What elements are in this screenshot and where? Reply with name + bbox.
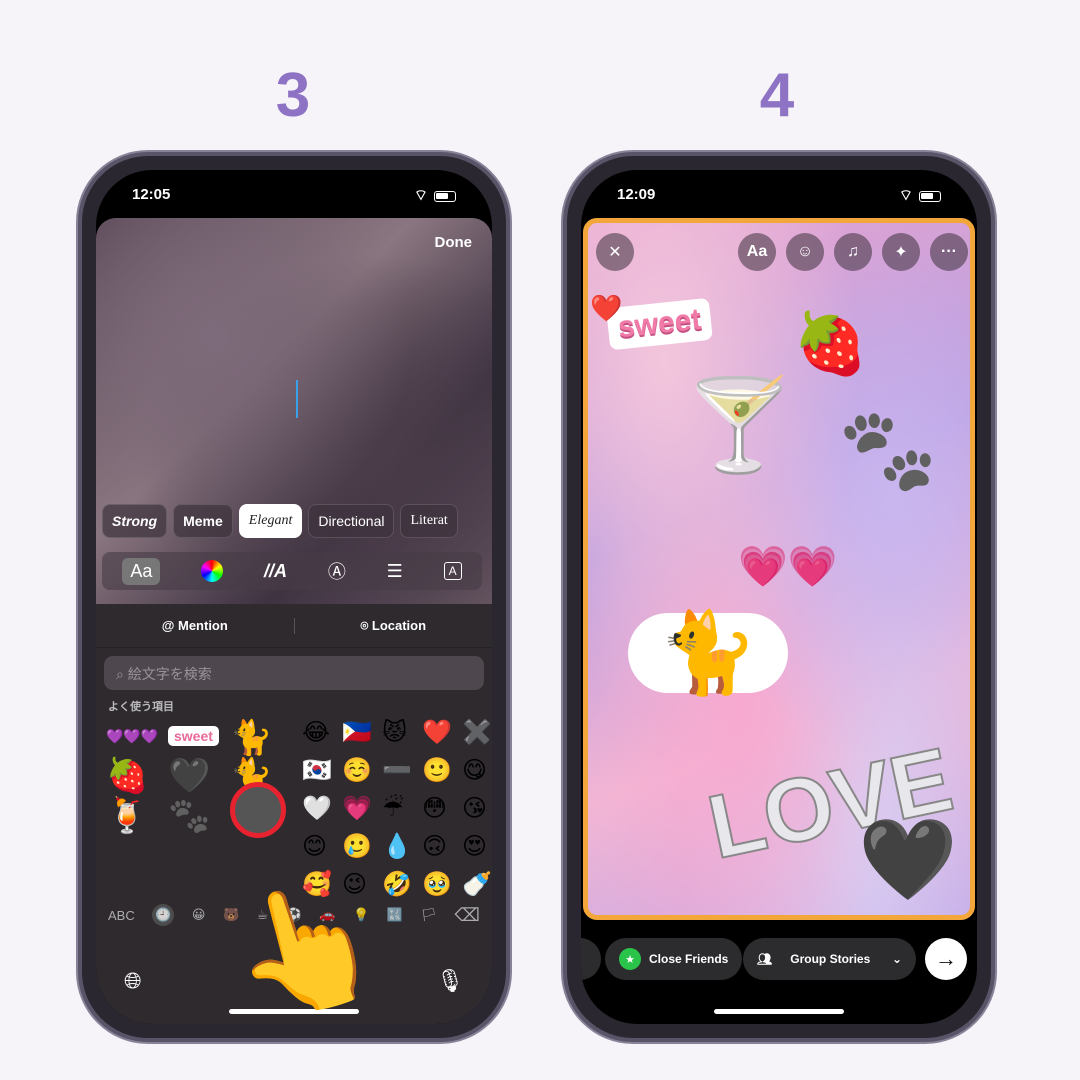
smileys-category-icon[interactable]: 😀	[192, 907, 206, 923]
emoji-key[interactable]: 😍	[462, 832, 487, 861]
sticker-icon[interactable]: ☺	[786, 233, 824, 271]
emoji-key[interactable]: 😊	[302, 832, 327, 861]
emoji-key[interactable]: 😳	[422, 794, 447, 823]
animate-text-icon[interactable]: //A	[264, 561, 287, 582]
abc-key[interactable]: ABC	[108, 908, 135, 923]
emoji-key[interactable]: 😘	[462, 794, 487, 823]
align-icon[interactable]: ☰	[387, 561, 403, 582]
group-icon: 👥︎	[757, 952, 773, 966]
status-icons: ⌔	[899, 186, 941, 206]
style-directional[interactable]: Directional	[308, 504, 395, 538]
emoji-key[interactable]: 🙃	[422, 832, 447, 861]
style-elegant[interactable]: Elegant	[238, 504, 303, 538]
chevron-down-icon[interactable]: ⌄	[878, 938, 917, 980]
emoji-key[interactable]: ➖	[382, 756, 412, 785]
heart-glasses-sticker[interactable]: 💗💗	[738, 543, 838, 590]
more-icon[interactable]: ···	[930, 233, 968, 271]
dynamic-island	[720, 184, 838, 218]
share-bar: ★ Close Friends 👥︎ Group Stories ⌄ →	[581, 938, 977, 980]
drink-sticker[interactable]: 🍸	[683, 373, 795, 478]
sticker-item[interactable]: 🐈	[230, 718, 272, 758]
sticker-item[interactable]: 💜💜💜	[106, 728, 158, 745]
close-friends-button[interactable]: ★ Close Friends	[605, 938, 743, 980]
emoji-key[interactable]: 🙂	[422, 756, 452, 785]
flags-category-icon[interactable]: 🏳	[420, 907, 437, 923]
strawberry-sticker[interactable]: 🍓	[793, 308, 868, 379]
paw-sticker[interactable]: 🐾	[838, 403, 938, 497]
dynamic-island	[235, 184, 353, 218]
emoji-key[interactable]: 🥲	[342, 832, 372, 861]
heart-sticker[interactable]: ❤️	[590, 293, 622, 324]
at-icon: @	[161, 618, 178, 633]
emoji-key[interactable]: 😾	[382, 718, 407, 747]
emoji-key[interactable]: 😋	[462, 756, 487, 785]
emoji-key[interactable]: 🇵🇭	[342, 718, 372, 747]
cat-sticker[interactable]: 🐈	[628, 613, 788, 693]
color-wheel-icon[interactable]	[201, 560, 224, 582]
emoji-key[interactable]: 😂	[302, 718, 330, 747]
group-stories-button[interactable]: 👥︎ Group Stories	[743, 938, 885, 980]
create-sticker-button-highlight[interactable]	[230, 782, 286, 838]
microphone-icon[interactable]: 🎙︎	[436, 968, 464, 994]
text-style-chips: Strong Meme Elegant Directional Literat	[102, 504, 458, 538]
style-meme[interactable]: Meme	[173, 504, 233, 538]
emoji-key[interactable]: 🤣	[382, 870, 412, 899]
step-number-3: 3	[275, 61, 311, 130]
symbols-category-icon[interactable]: 🔣	[387, 907, 403, 923]
emoji-key[interactable]: ✖️	[462, 718, 492, 747]
text-tools: Aa //A Ⓐ ☰ A	[102, 552, 482, 590]
emoji-key[interactable]: 🥹	[422, 870, 452, 899]
battery-icon	[434, 190, 456, 202]
next-arrow-button[interactable]: →	[925, 938, 967, 980]
style-strong[interactable]: Strong	[102, 504, 168, 538]
done-button[interactable]: Done	[435, 234, 473, 251]
style-literature[interactable]: Literat	[400, 504, 458, 538]
music-icon[interactable]: ♫	[834, 233, 872, 271]
black-heart-sticker[interactable]: 🖤	[858, 813, 958, 907]
globe-icon[interactable]: 🌐︎	[124, 968, 142, 994]
emoji-key[interactable]: 🇰🇷	[302, 756, 332, 785]
status-time: 12:09	[617, 186, 656, 203]
story-canvas: ✕ Aa ☺ ♫ ✦ ··· sweet ❤️ 🍓 🍸 🐾 💗💗 🐈 LOVE …	[583, 218, 975, 920]
text-icon[interactable]: Aa	[738, 233, 776, 271]
your-story-button[interactable]	[581, 938, 601, 980]
step-number-4: 4	[759, 61, 795, 130]
home-indicator	[714, 1009, 844, 1014]
sticker-item[interactable]: 🍹	[106, 796, 148, 836]
search-icon: ⌕	[116, 666, 128, 682]
emoji-key[interactable]: 💗	[342, 794, 372, 823]
sticker-item[interactable]: 🍓	[106, 756, 148, 796]
battery-icon	[919, 190, 941, 202]
location-button[interactable]: ⌾ Location	[293, 617, 493, 634]
emoji-search-input[interactable]: ⌕ 絵文字を検索	[104, 656, 484, 690]
pin-icon: ⌾	[360, 617, 372, 633]
delete-icon[interactable]: ⌫	[454, 905, 479, 926]
emoji-key[interactable]: ☺️	[342, 756, 372, 785]
status-time: 12:05	[132, 186, 171, 203]
star-icon: ★	[619, 948, 641, 970]
recent-category-icon[interactable]: 🕘	[152, 904, 175, 926]
font-button[interactable]: Aa	[122, 557, 161, 585]
background-text-icon[interactable]: A	[443, 562, 462, 580]
emoji-key[interactable]: 🍼	[462, 870, 492, 899]
sticker-item[interactable]: 🖤	[168, 756, 210, 796]
emoji-key[interactable]: ☔	[382, 794, 404, 823]
close-icon[interactable]: ✕	[596, 233, 634, 271]
mention-button[interactable]: @ Mention	[96, 618, 294, 633]
emoji-key[interactable]: 💧	[382, 832, 412, 861]
frequent-label: よく使う項目	[108, 701, 174, 713]
status-icons: ⌔	[414, 186, 456, 206]
emoji-key[interactable]: 🤍	[302, 794, 332, 823]
text-cursor	[296, 380, 298, 418]
outline-text-icon[interactable]: Ⓐ	[328, 558, 346, 584]
sticker-item[interactable]: 🐾	[168, 796, 210, 836]
phone-step-4: 12:09 ⌔ ✕ Aa ☺ ♫ ✦ ··· sweet ❤️ 🍓 🍸 🐾 💗💗 …	[563, 152, 995, 1042]
sparkle-icon[interactable]: ✦	[882, 233, 920, 271]
emoji-key[interactable]: ❤️	[422, 718, 452, 747]
sticker-item[interactable]: sweet	[168, 726, 219, 746]
